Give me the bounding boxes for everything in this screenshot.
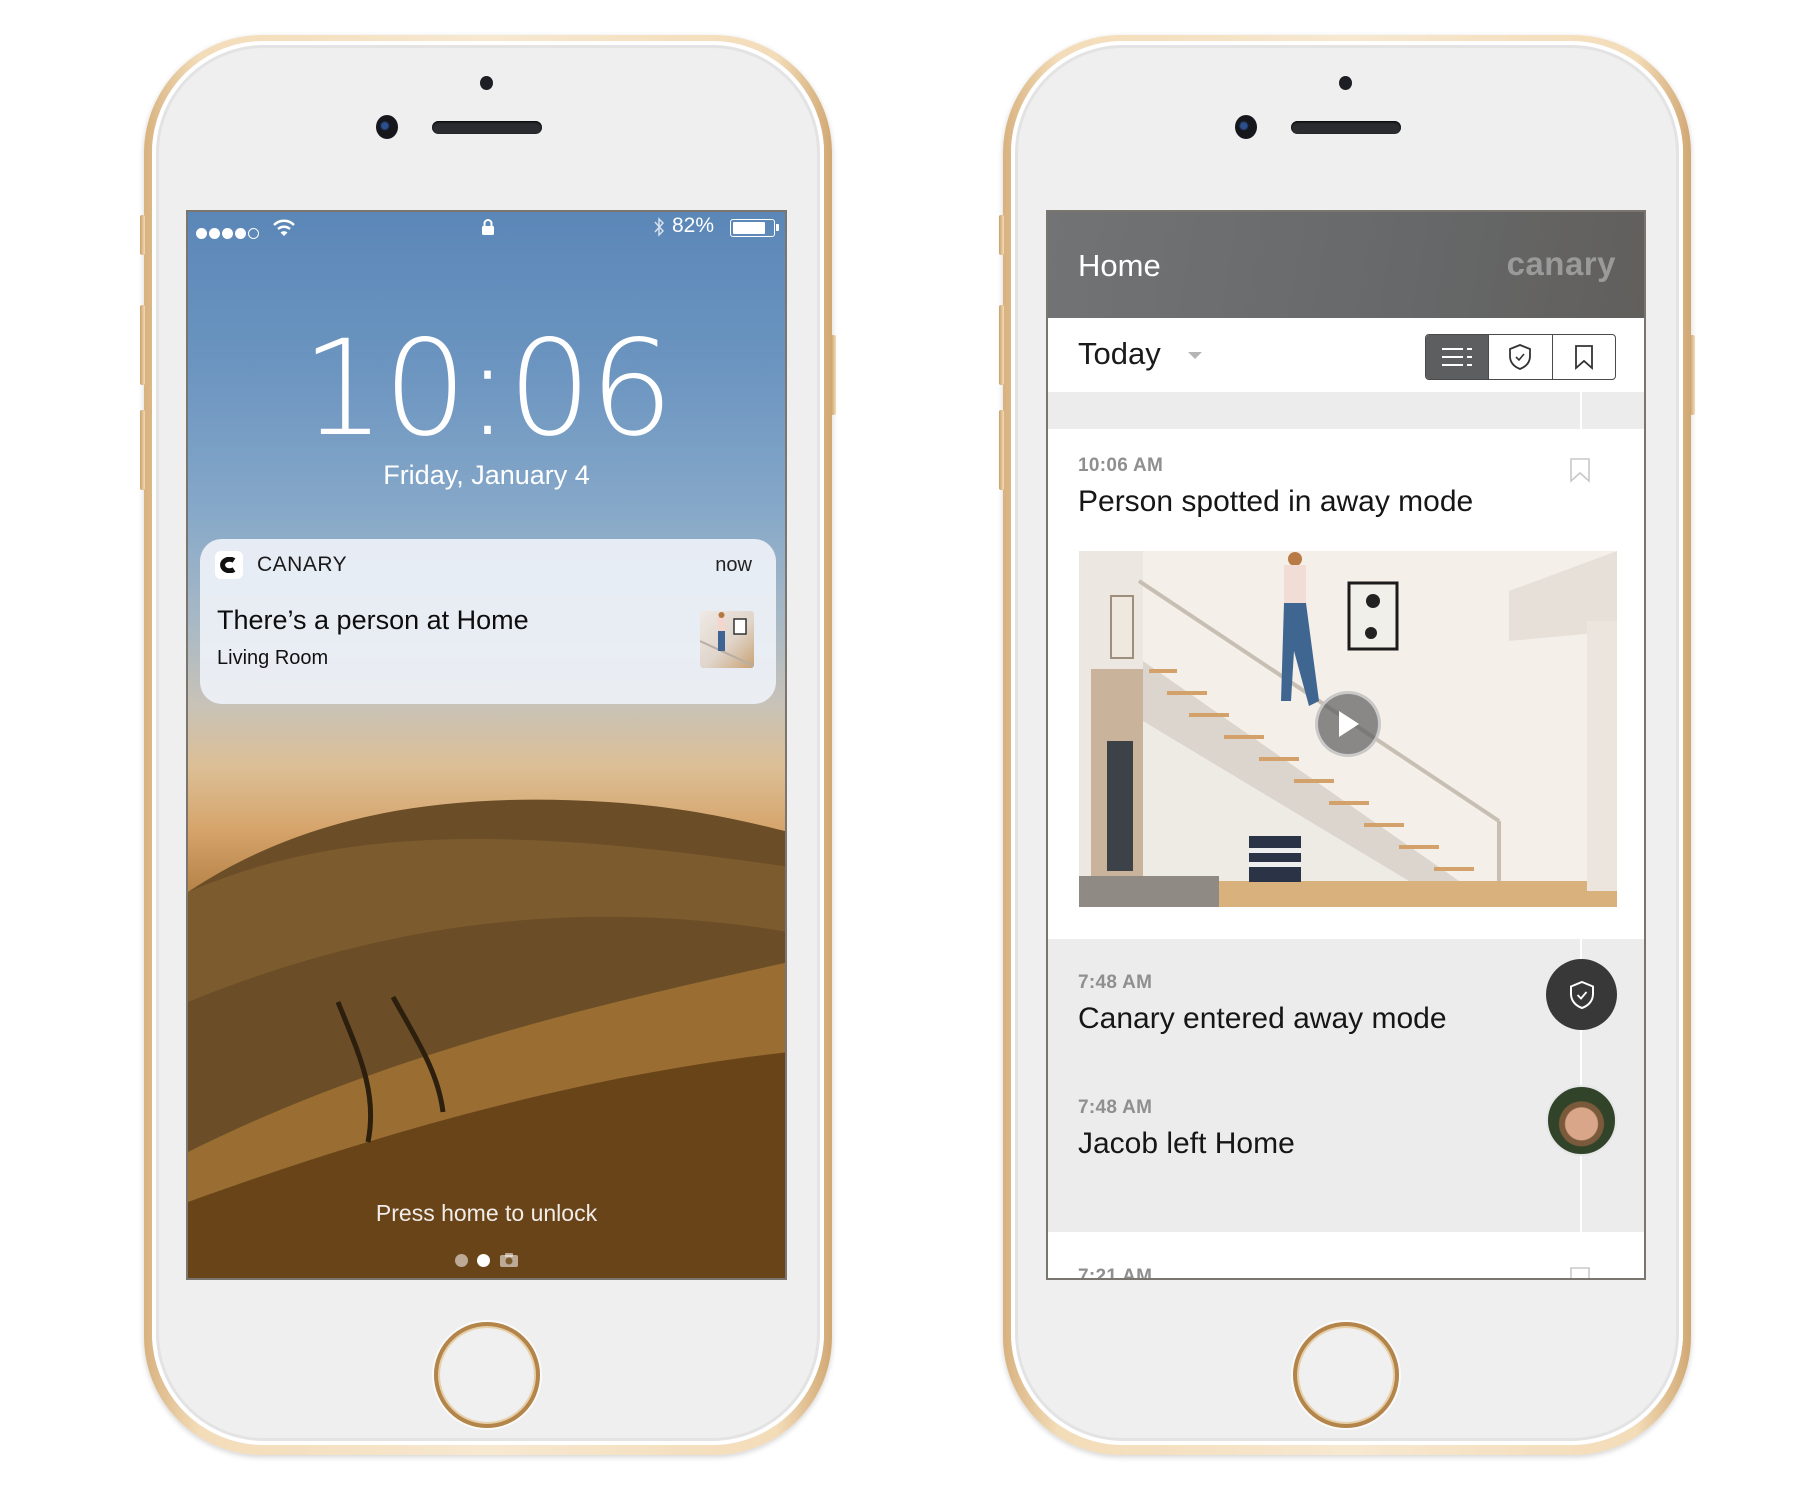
lock-screen: 82% 10:06 Friday, January 4 CANARY now T… <box>186 210 787 1280</box>
list-view-button[interactable] <box>1426 335 1490 379</box>
view-toggle-group <box>1425 334 1616 380</box>
event-time: 7:48 AM <box>1078 972 1153 993</box>
play-icon <box>1339 711 1359 737</box>
home-button[interactable] <box>434 1322 540 1428</box>
earpiece-speaker <box>432 121 542 134</box>
shield-check-icon <box>1509 344 1532 370</box>
proximity-sensor <box>480 76 493 90</box>
lock-icon <box>482 219 494 235</box>
bookmark-icon <box>1574 345 1593 370</box>
home-button[interactable] <box>1293 1322 1399 1428</box>
app-header: Home canary <box>1048 212 1644 318</box>
notification-banner[interactable]: CANARY now There’s a person at Home Livi… <box>200 539 776 704</box>
bookmarks-view-button[interactable] <box>1553 335 1615 379</box>
avatar <box>1546 1085 1617 1156</box>
notification-subtitle: Living Room <box>217 647 329 669</box>
front-camera <box>1235 115 1257 139</box>
event-row[interactable]: 7:48 AM Canary entered away mode <box>1048 959 1644 1082</box>
signal-strength-icon <box>196 221 261 245</box>
notification-timestamp: now <box>715 554 752 576</box>
event-title: Canary entered away mode <box>1078 1002 1447 1035</box>
status-bar: 82% <box>188 212 785 242</box>
notification-thumbnail <box>700 611 754 668</box>
notification-title: There’s a person at Home <box>217 605 529 635</box>
lock-clock: 10:06 <box>301 312 673 466</box>
event-card[interactable]: 7:21 AM <box>1048 1232 1644 1278</box>
mute-switch <box>999 215 1004 255</box>
canary-c-icon <box>215 551 243 579</box>
event-card[interactable]: 10:06 AM Person spotted in away mode <box>1048 429 1644 939</box>
away-mode-badge <box>1546 959 1617 1030</box>
event-row[interactable]: 7:48 AM Jacob left Home <box>1048 1085 1644 1207</box>
lock-date: Friday, January 4 <box>383 460 590 490</box>
play-button[interactable] <box>1315 691 1381 757</box>
mute-switch <box>140 215 145 255</box>
event-title: Jacob left Home <box>1078 1127 1295 1160</box>
battery-level-fill <box>733 222 765 234</box>
front-camera <box>376 115 398 139</box>
battery-icon <box>730 219 779 237</box>
date-filter-bar: Today <box>1048 318 1644 392</box>
camera-icon[interactable] <box>499 1252 519 1268</box>
page-dot <box>454 1253 468 1267</box>
date-selector[interactable]: Today <box>1078 336 1161 372</box>
volume-down-button <box>999 410 1004 490</box>
chevron-down-icon[interactable] <box>1188 352 1202 359</box>
event-title: Person spotted in away mode <box>1078 485 1474 518</box>
power-button <box>1690 335 1695 415</box>
bookmark-icon[interactable] <box>1569 457 1591 483</box>
proximity-sensor <box>1339 76 1352 90</box>
shield-check-icon <box>1569 980 1594 1009</box>
volume-down-button <box>140 410 145 490</box>
event-time: 10:06 AM <box>1078 455 1164 476</box>
security-view-button[interactable] <box>1489 335 1553 379</box>
location-title[interactable]: Home <box>1078 248 1161 284</box>
canary-logo: canary <box>1506 245 1616 282</box>
notification-app-name: CANARY <box>257 553 348 576</box>
power-button <box>831 335 836 415</box>
list-icon <box>1442 348 1473 366</box>
canary-app-screen: Home canary Today 10:06 AM Person spotte… <box>1046 210 1646 1280</box>
bookmark-icon[interactable] <box>1569 1266 1591 1280</box>
page-indicator <box>188 1252 785 1268</box>
page-dot-active <box>476 1253 490 1267</box>
volume-up-button <box>140 305 145 385</box>
earpiece-speaker <box>1291 121 1401 134</box>
unlock-hint: Press home to unlock <box>375 1200 598 1226</box>
bluetooth-icon <box>654 217 665 237</box>
event-video-thumbnail[interactable] <box>1079 551 1617 907</box>
battery-percent: 82% <box>672 214 715 237</box>
event-time: 7:48 AM <box>1078 1097 1153 1118</box>
event-time: 7:21 AM <box>1078 1266 1153 1280</box>
volume-up-button <box>999 305 1004 385</box>
wifi-icon <box>273 219 295 236</box>
